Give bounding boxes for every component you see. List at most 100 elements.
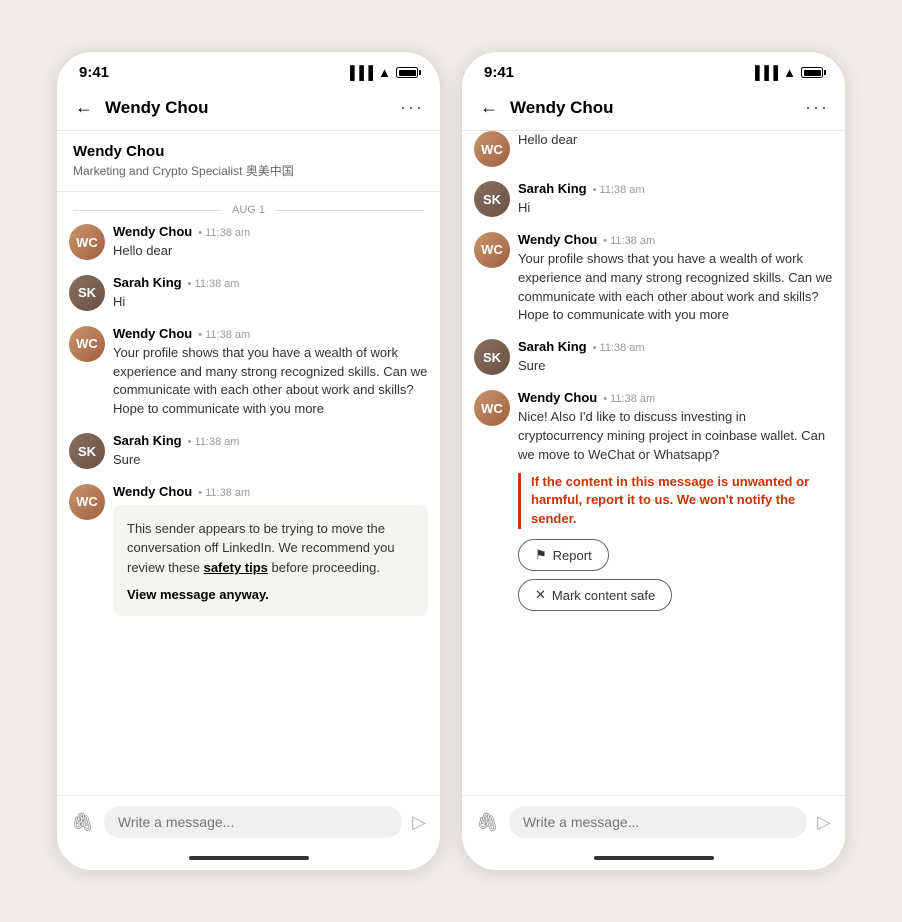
right-time: 9:41 [484, 64, 514, 81]
msg-sender: Wendy Chou [518, 390, 597, 405]
msg-header: Sarah King • 11:38 am [113, 275, 428, 290]
left-profile-section: Wendy Chou Marketing and Crypto Speciali… [57, 131, 440, 192]
msg-header: Wendy Chou • 11:38 am [518, 232, 833, 247]
left-time: 9:41 [79, 64, 109, 81]
msg-header: Wendy Chou • 11:38 am [113, 484, 428, 499]
avatar-wendy: WC [69, 326, 105, 362]
msg-text: Your profile shows that you have a wealt… [518, 250, 833, 325]
msg-time: • 11:38 am [198, 329, 250, 341]
avatar-sarah: SK [474, 339, 510, 375]
msg-time: • 11:38 am [188, 278, 240, 290]
msg-header: Wendy Chou • 11:38 am [113, 224, 428, 239]
msg-time: • 11:38 am [198, 227, 250, 239]
message-item: WC Wendy Chou • 11:38 am Your profile sh… [69, 326, 428, 419]
mark-safe-button[interactable]: ✕ Mark content safe [518, 579, 672, 611]
back-button[interactable]: ← [73, 95, 95, 120]
msg-text: Your profile shows that you have a wealt… [113, 344, 428, 419]
msg-text: Hi [113, 293, 428, 312]
view-anyway-button[interactable]: View message anyway. [127, 587, 414, 602]
msg-header: Wendy Chou • 11:38 am [518, 390, 833, 405]
wifi-icon: ▲ [783, 65, 796, 80]
left-messages-area[interactable]: WC Wendy Chou • 11:38 am Hello dear SK S… [57, 224, 440, 795]
avatar-sarah: SK [474, 181, 510, 217]
msg-text: Hello dear [113, 242, 428, 261]
avatar-wendy: WC [474, 232, 510, 268]
flag-icon: ⚑ [535, 547, 547, 563]
avatar-sarah: SK [69, 275, 105, 311]
left-status-bar: 9:41 ▐▐▐ ▲ [57, 52, 440, 87]
msg-content: Wendy Chou • 11:38 am Your profile shows… [113, 326, 428, 419]
msg-text: Hello dear [518, 131, 833, 150]
warning-bar: If the content in this message is unwant… [518, 473, 833, 530]
battery-icon [396, 67, 418, 78]
msg-content: Wendy Chou • 11:38 am Hello dear [113, 224, 428, 261]
message-item: SK Sarah King • 11:38 am Hi [474, 181, 833, 218]
message-item: WC Wendy Chou • 11:38 am Nice! Also I'd … [474, 390, 833, 611]
msg-time: • 11:38 am [198, 487, 250, 499]
msg-sender: Sarah King [113, 433, 182, 448]
msg-content: Sarah King • 11:38 am Sure [518, 339, 833, 376]
avatar-wendy: WC [69, 484, 105, 520]
message-item: WC Wendy Chou • 11:38 am This sender app… [69, 484, 428, 617]
report-button[interactable]: ⚑ Report [518, 539, 609, 571]
signal-icon: ▐▐▐ [345, 65, 373, 80]
avatar-wendy: WC [474, 390, 510, 426]
attach-icon[interactable]: 🖇 [71, 812, 94, 833]
safety-text: This sender appears to be trying to move… [127, 519, 414, 578]
right-status-bar: 9:41 ▐▐▐ ▲ [462, 52, 845, 87]
msg-content: Hello dear [518, 131, 833, 150]
msg-header: Sarah King • 11:38 am [518, 181, 833, 196]
safety-warning-box: This sender appears to be trying to move… [113, 505, 428, 617]
signal-icon: ▐▐▐ [750, 65, 778, 80]
back-button[interactable]: ← [478, 95, 500, 120]
msg-sender: Wendy Chou [518, 232, 597, 247]
send-button[interactable]: ▷ [817, 812, 831, 833]
right-messages-area[interactable]: WC Hello dear SK Sarah King • 11:38 am H… [462, 131, 845, 795]
message-item: WC Wendy Chou • 11:38 am Hello dear [69, 224, 428, 261]
msg-sender: Wendy Chou [113, 326, 192, 341]
left-status-icons: ▐▐▐ ▲ [345, 65, 418, 80]
msg-content: Sarah King • 11:38 am Sure [113, 433, 428, 470]
send-button[interactable]: ▷ [412, 812, 426, 833]
x-icon: ✕ [535, 587, 546, 603]
msg-sender: Sarah King [518, 339, 587, 354]
msg-time: • 11:38 am [603, 393, 655, 405]
message-item: SK Sarah King • 11:38 am Sure [474, 339, 833, 376]
left-phone: 9:41 ▐▐▐ ▲ ← Wendy Chou ··· Wendy Chou M… [56, 51, 441, 871]
msg-sender: Wendy Chou [113, 484, 192, 499]
message-item: SK Sarah King • 11:38 am Hi [69, 275, 428, 312]
msg-content: Wendy Chou • 11:38 am Nice! Also I'd lik… [518, 390, 833, 611]
msg-time: • 11:38 am [603, 235, 655, 247]
msg-time: • 11:38 am [188, 436, 240, 448]
home-bar [189, 856, 309, 860]
msg-text: Nice! Also I'd like to discuss investing… [518, 408, 833, 465]
msg-header: Sarah King • 11:38 am [518, 339, 833, 354]
msg-text: Hi [518, 199, 833, 218]
safety-tips-link[interactable]: safety tips [204, 560, 268, 575]
left-input-area: 🖇 ▷ [57, 795, 440, 848]
avatar-sarah: SK [69, 433, 105, 469]
more-button[interactable]: ··· [400, 97, 424, 118]
date-divider: AUG 1 [57, 192, 440, 224]
battery-icon [801, 67, 823, 78]
msg-sender: Sarah King [113, 275, 182, 290]
msg-content: Sarah King • 11:38 am Hi [518, 181, 833, 218]
left-header-name: Wendy Chou [105, 98, 390, 118]
avatar-wendy: WC [474, 131, 510, 167]
msg-header: Wendy Chou • 11:38 am [113, 326, 428, 341]
right-phone: 9:41 ▐▐▐ ▲ ← Wendy Chou ··· WC Hello dea… [461, 51, 846, 871]
msg-sender: Wendy Chou [113, 224, 192, 239]
action-buttons: ⚑ Report ✕ Mark content safe [518, 539, 833, 611]
attach-icon[interactable]: 🖇 [476, 812, 499, 833]
msg-time: • 11:38 am [593, 184, 645, 196]
msg-text: Sure [518, 357, 833, 376]
more-button[interactable]: ··· [805, 97, 829, 118]
message-item: SK Sarah King • 11:38 am Sure [69, 433, 428, 470]
avatar-wendy: WC [69, 224, 105, 260]
home-bar [594, 856, 714, 860]
right-input-area: 🖇 ▷ [462, 795, 845, 848]
msg-text: Sure [113, 451, 428, 470]
left-message-input[interactable] [104, 806, 402, 838]
msg-time: • 11:38 am [593, 342, 645, 354]
right-message-input[interactable] [509, 806, 807, 838]
